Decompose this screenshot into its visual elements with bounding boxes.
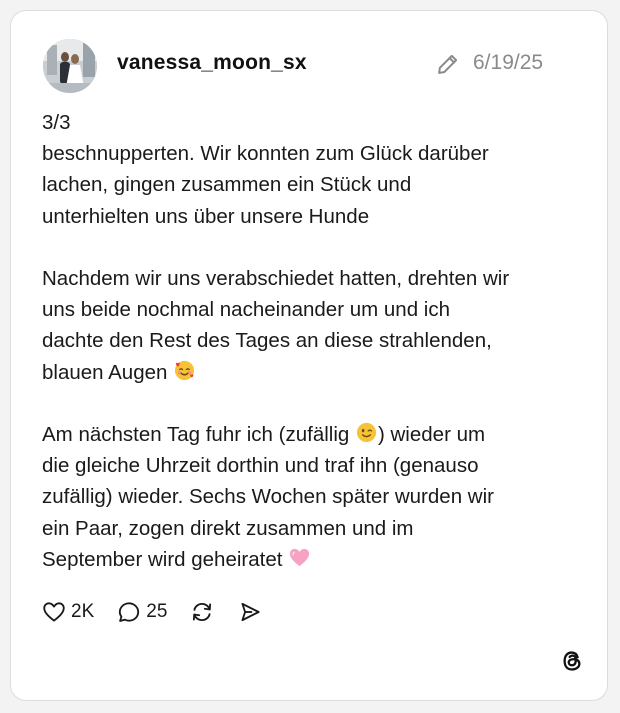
comment-bubble-icon bbox=[119, 602, 140, 622]
post-line: blauen Augen bbox=[42, 357, 582, 388]
post-line: September wird geheiratet bbox=[42, 544, 582, 575]
post-line-text: blauen Augen bbox=[42, 360, 168, 384]
post-line: ein Paar, zogen direkt zusammen und im bbox=[42, 516, 414, 540]
post-line-text: September wird geheiratet bbox=[42, 547, 283, 571]
heart-icon bbox=[43, 602, 65, 622]
post-date: 6/19/25 bbox=[473, 51, 544, 74]
post-card: vanessa_moon_sx 6/19/25 3/3 beschnuppert… bbox=[10, 10, 608, 701]
post-line: unterhielten uns über unsere Hunde bbox=[42, 204, 370, 228]
pencil-icon[interactable] bbox=[435, 51, 461, 77]
post-line: zufällig) wieder. Sechs Wochen später wu… bbox=[42, 485, 494, 509]
avatar[interactable] bbox=[43, 39, 97, 93]
post-line: 3/3 bbox=[42, 111, 71, 134]
comment-button[interactable]: 25 bbox=[116, 599, 167, 625]
action-bar: 2K 25 bbox=[41, 597, 285, 627]
post-line: Nachdem wir uns verabschiedet hatten, dr… bbox=[42, 267, 510, 290]
post-line: beschnupperten. Wir konnten zum Glück da… bbox=[42, 142, 489, 166]
post-body: 3/3 beschnupperten. Wir konnten zum Glüc… bbox=[42, 107, 582, 575]
repost-icon bbox=[193, 602, 212, 622]
smiling-face-with-hearts-emoji-icon bbox=[175, 360, 195, 380]
post-line: die gleiche Uhrzeit dorthin und traf ihn… bbox=[42, 454, 479, 478]
post-line-text: Am nächsten Tag fuhr ich (zufällig bbox=[42, 423, 350, 446]
post-line: uns beide nochmal nacheinander um und ic… bbox=[42, 298, 450, 322]
share-button[interactable] bbox=[237, 599, 263, 625]
username[interactable]: vanessa_moon_sx bbox=[117, 51, 307, 75]
repost-button[interactable] bbox=[189, 599, 215, 625]
post-line: Am nächsten Tag fuhr ich (zufällig ) wie… bbox=[42, 419, 582, 450]
like-count: 2K bbox=[71, 601, 95, 622]
send-icon bbox=[241, 602, 260, 622]
pink-heart-emoji-icon bbox=[290, 548, 310, 566]
like-button[interactable]: 2K bbox=[41, 599, 94, 625]
threads-logo-icon[interactable] bbox=[559, 648, 585, 674]
post-line-text: ) wieder um bbox=[377, 423, 486, 446]
post-line: dachte den Rest des Tages an diese strah… bbox=[42, 329, 492, 353]
comment-count: 25 bbox=[146, 601, 168, 622]
post-line: lachen, gingen zusammen ein Stück und bbox=[42, 173, 412, 197]
winking-face-emoji-icon bbox=[356, 422, 377, 443]
